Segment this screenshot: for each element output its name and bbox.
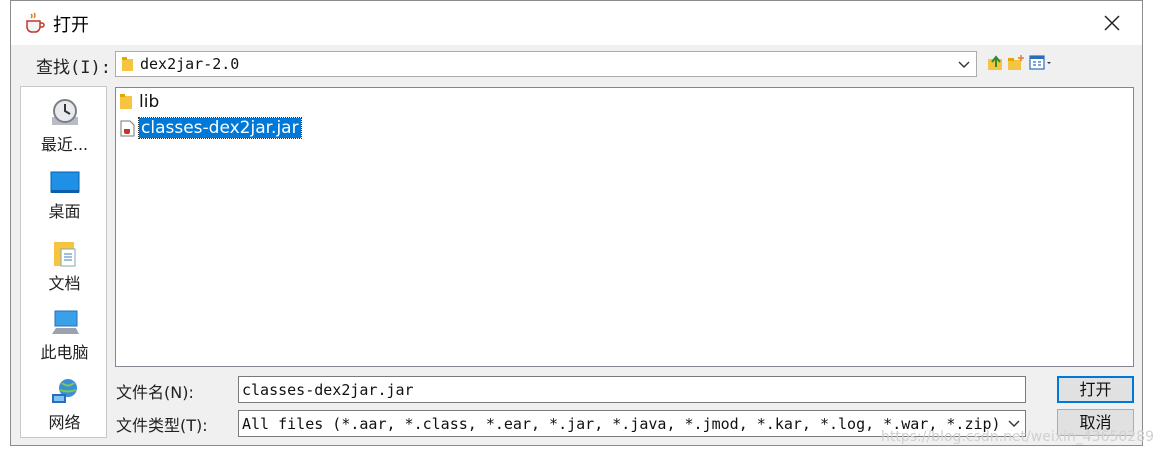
- documents-icon: [53, 242, 75, 267]
- list-item[interactable]: lib: [120, 91, 161, 113]
- sidebar-item-this-pc[interactable]: 此电脑: [21, 309, 108, 363]
- desktop-icon: [50, 171, 79, 193]
- places-sidebar: 最近... 桌面 文档 此电脑 网络: [20, 86, 107, 438]
- recent-clock-icon: [51, 99, 78, 125]
- jar-file-icon: [120, 120, 135, 136]
- file-name: classes-dex2jar.jar: [138, 117, 302, 139]
- computer-icon: [51, 310, 79, 334]
- close-button[interactable]: [1092, 7, 1132, 39]
- new-folder-icon[interactable]: [1007, 54, 1025, 72]
- sidebar-item-label: 网络: [48, 413, 81, 432]
- list-item[interactable]: classes-dex2jar.jar: [120, 117, 302, 139]
- look-in-label: 查找(I):: [36, 58, 111, 78]
- chevron-down-icon: [958, 61, 970, 68]
- sidebar-item-documents[interactable]: 文档: [21, 240, 108, 294]
- filename-input[interactable]: classes-dex2jar.jar: [238, 376, 1026, 403]
- sidebar-item-desktop[interactable]: 桌面: [21, 170, 108, 222]
- file-list[interactable]: lib classes-dex2jar.jar: [115, 87, 1134, 367]
- look-in-value: dex2jar-2.0: [140, 55, 240, 73]
- close-icon: [1104, 15, 1120, 31]
- look-in-combo[interactable]: dex2jar-2.0: [115, 51, 977, 77]
- folder-icon: [120, 94, 132, 109]
- java-cup-icon: [26, 12, 45, 33]
- network-icon: [51, 379, 77, 403]
- open-dialog: 打开 查找(I): dex2jar-2.0 最近... 桌面 文档 此电脑 网络…: [10, 0, 1154, 446]
- open-button[interactable]: 打开: [1057, 376, 1134, 403]
- sidebar-item-label: 最近...: [40, 135, 89, 154]
- dialog-title: 打开: [53, 15, 89, 36]
- sidebar-item-recent[interactable]: 最近...: [21, 97, 108, 155]
- sidebar-item-network[interactable]: 网络: [21, 377, 108, 433]
- filename-label: 文件名(N):: [116, 383, 194, 402]
- folder-icon: [122, 57, 133, 71]
- view-menu-icon[interactable]: [1029, 54, 1053, 72]
- sidebar-item-label: 此电脑: [40, 343, 89, 362]
- sidebar-item-label: 文档: [48, 274, 81, 293]
- chevron-down-icon: [1008, 420, 1020, 427]
- watermark: https://blog.csdn.net/weixin_43650289: [881, 429, 1155, 445]
- sidebar-item-label: 桌面: [48, 202, 81, 221]
- title-bar: 打开: [11, 1, 1142, 45]
- filetype-label: 文件类型(T):: [116, 416, 208, 435]
- up-folder-icon[interactable]: [987, 54, 1005, 72]
- file-name: lib: [139, 92, 160, 112]
